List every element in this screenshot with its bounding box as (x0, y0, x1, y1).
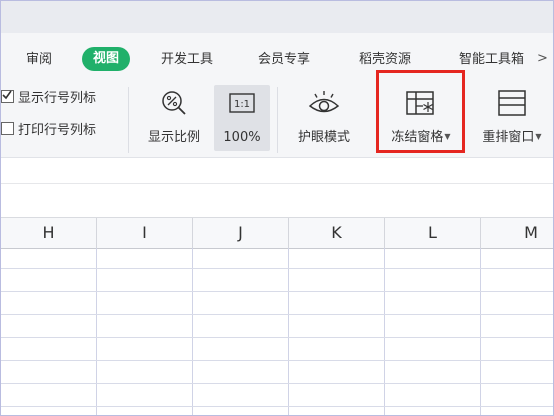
ribbon-toolbar: 显示行号列标 打印行号列标 显示比例 1:1 100% 护眼模式 冻结窗格▼ 重… (1, 83, 553, 158)
more-tabs-arrow-icon[interactable]: > (537, 51, 549, 67)
grid-row-line (1, 360, 553, 361)
tab-docer-resources[interactable]: 稻壳资源 (359, 49, 411, 71)
arrange-windows-button[interactable]: 重排窗口▼ (471, 85, 553, 151)
ribbon-divider (128, 87, 129, 153)
column-header-row: H I J K L M (1, 217, 553, 249)
grid-row-line (1, 383, 553, 384)
zoom-ratio-label: 显示比例 (147, 130, 200, 145)
checkmark-icon (2, 90, 12, 100)
eye-protection-label: 护眼模式 (297, 130, 350, 145)
tab-view[interactable]: 视图 (82, 47, 131, 71)
grid-row-line (1, 268, 553, 269)
eye-icon (307, 89, 341, 121)
grid-row-line (1, 314, 553, 315)
grid-column-line (288, 248, 289, 415)
column-header-m[interactable]: M (481, 218, 553, 248)
show-headers-checkbox[interactable] (1, 90, 14, 103)
grid-row-line (1, 337, 553, 338)
print-headers-checkbox[interactable] (1, 122, 14, 135)
window-arrange-icon (497, 89, 527, 121)
freeze-panes-highlight-box (376, 70, 465, 153)
menu-bar: 审阅 视图 开发工具 会员专享 稻壳资源 智能工具箱 > (1, 33, 553, 83)
column-header-j[interactable]: J (193, 218, 289, 248)
arrange-windows-label: 重排窗口▼ (482, 130, 542, 145)
show-row-col-headers-option[interactable]: 显示行号列标 (1, 89, 96, 109)
grid-row-line (1, 291, 553, 292)
formula-bar-divider (1, 183, 553, 184)
grid-row-line (1, 406, 553, 407)
tab-developer-tools[interactable]: 开发工具 (161, 49, 213, 71)
print-row-col-headers-option[interactable]: 打印行号列标 (1, 121, 96, 141)
one-to-one-icon: 1:1 (229, 93, 255, 117)
grid-column-line (384, 248, 385, 415)
title-bar (1, 1, 553, 33)
column-header-i[interactable]: I (97, 218, 193, 248)
cell-grid[interactable] (1, 248, 553, 415)
app-window: 审阅 视图 开发工具 会员专享 稻壳资源 智能工具箱 > 显示行号列标 打印行号… (0, 0, 554, 416)
formula-area (1, 158, 553, 204)
tab-review[interactable]: 审阅 (26, 49, 52, 71)
column-header-h[interactable]: H (1, 218, 97, 248)
column-header-k[interactable]: K (289, 218, 385, 248)
zoom-percent-icon (160, 89, 188, 121)
column-header-l[interactable]: L (385, 218, 481, 248)
show-headers-label: 显示行号列标 (18, 91, 97, 106)
zoom-100-button[interactable]: 1:1 100% (214, 85, 270, 151)
eye-protection-button[interactable]: 护眼模式 (287, 85, 361, 151)
grid-column-line (96, 248, 97, 415)
tab-smart-toolbox[interactable]: 智能工具箱 (459, 49, 537, 71)
ribbon-divider (277, 87, 278, 153)
grid-column-line (192, 248, 193, 415)
print-headers-label: 打印行号列标 (18, 123, 97, 138)
tab-member-exclusive[interactable]: 会员专享 (258, 49, 310, 71)
zoom-100-label: 100% (223, 130, 261, 145)
svg-text:1:1: 1:1 (234, 99, 250, 110)
zoom-ratio-button[interactable]: 显示比例 (139, 85, 209, 151)
grid-column-line (480, 248, 481, 415)
